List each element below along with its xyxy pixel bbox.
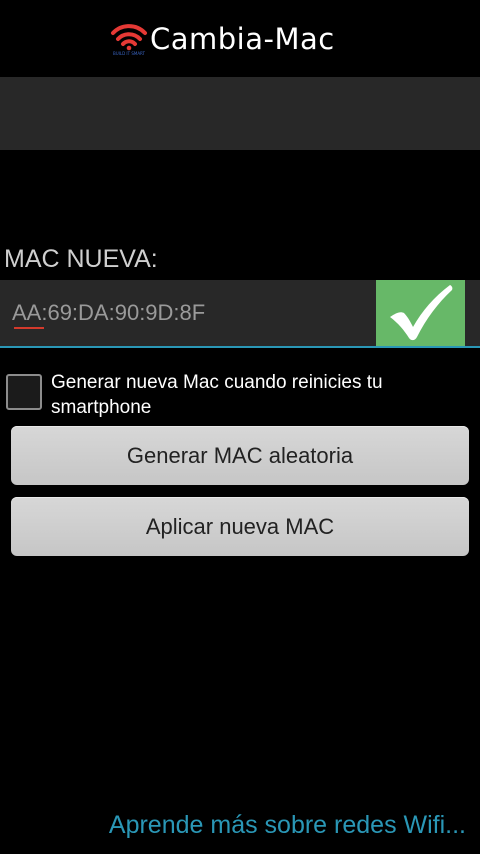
checkmark-icon bbox=[390, 285, 453, 341]
app-title: Cambia-Mac bbox=[150, 22, 335, 56]
apply-new-mac-button[interactable]: Aplicar nueva MAC bbox=[11, 497, 469, 556]
input-right-edge bbox=[465, 280, 480, 346]
spellcheck-underline bbox=[14, 327, 44, 329]
mac-address-input[interactable] bbox=[12, 296, 362, 330]
new-mac-label: MAC NUEVA: bbox=[4, 245, 158, 273]
regenerate-on-reboot-checkbox[interactable] bbox=[6, 374, 42, 410]
generate-random-mac-button[interactable]: Generar MAC aleatoria bbox=[11, 426, 469, 485]
learn-more-wifi-link[interactable]: Aprende más sobre redes Wifi... bbox=[109, 808, 466, 842]
input-underline bbox=[0, 346, 480, 348]
mac-input-container bbox=[0, 280, 376, 346]
regenerate-on-reboot-option[interactable]: Generar nueva Mac cuando reinicies tu sm… bbox=[0, 370, 480, 422]
logo-text: BUILD IT SMART bbox=[113, 51, 146, 56]
mac-input-row bbox=[0, 280, 480, 348]
wifi-logo-icon: BUILD IT SMART bbox=[111, 24, 147, 56]
regenerate-on-reboot-label[interactable]: Generar nueva Mac cuando reinicies tu sm… bbox=[51, 370, 471, 420]
app-header: BUILD IT SMART Cambia-Mac bbox=[0, 0, 480, 76]
info-panel bbox=[0, 77, 480, 150]
apply-mac-check-button[interactable] bbox=[376, 280, 465, 346]
